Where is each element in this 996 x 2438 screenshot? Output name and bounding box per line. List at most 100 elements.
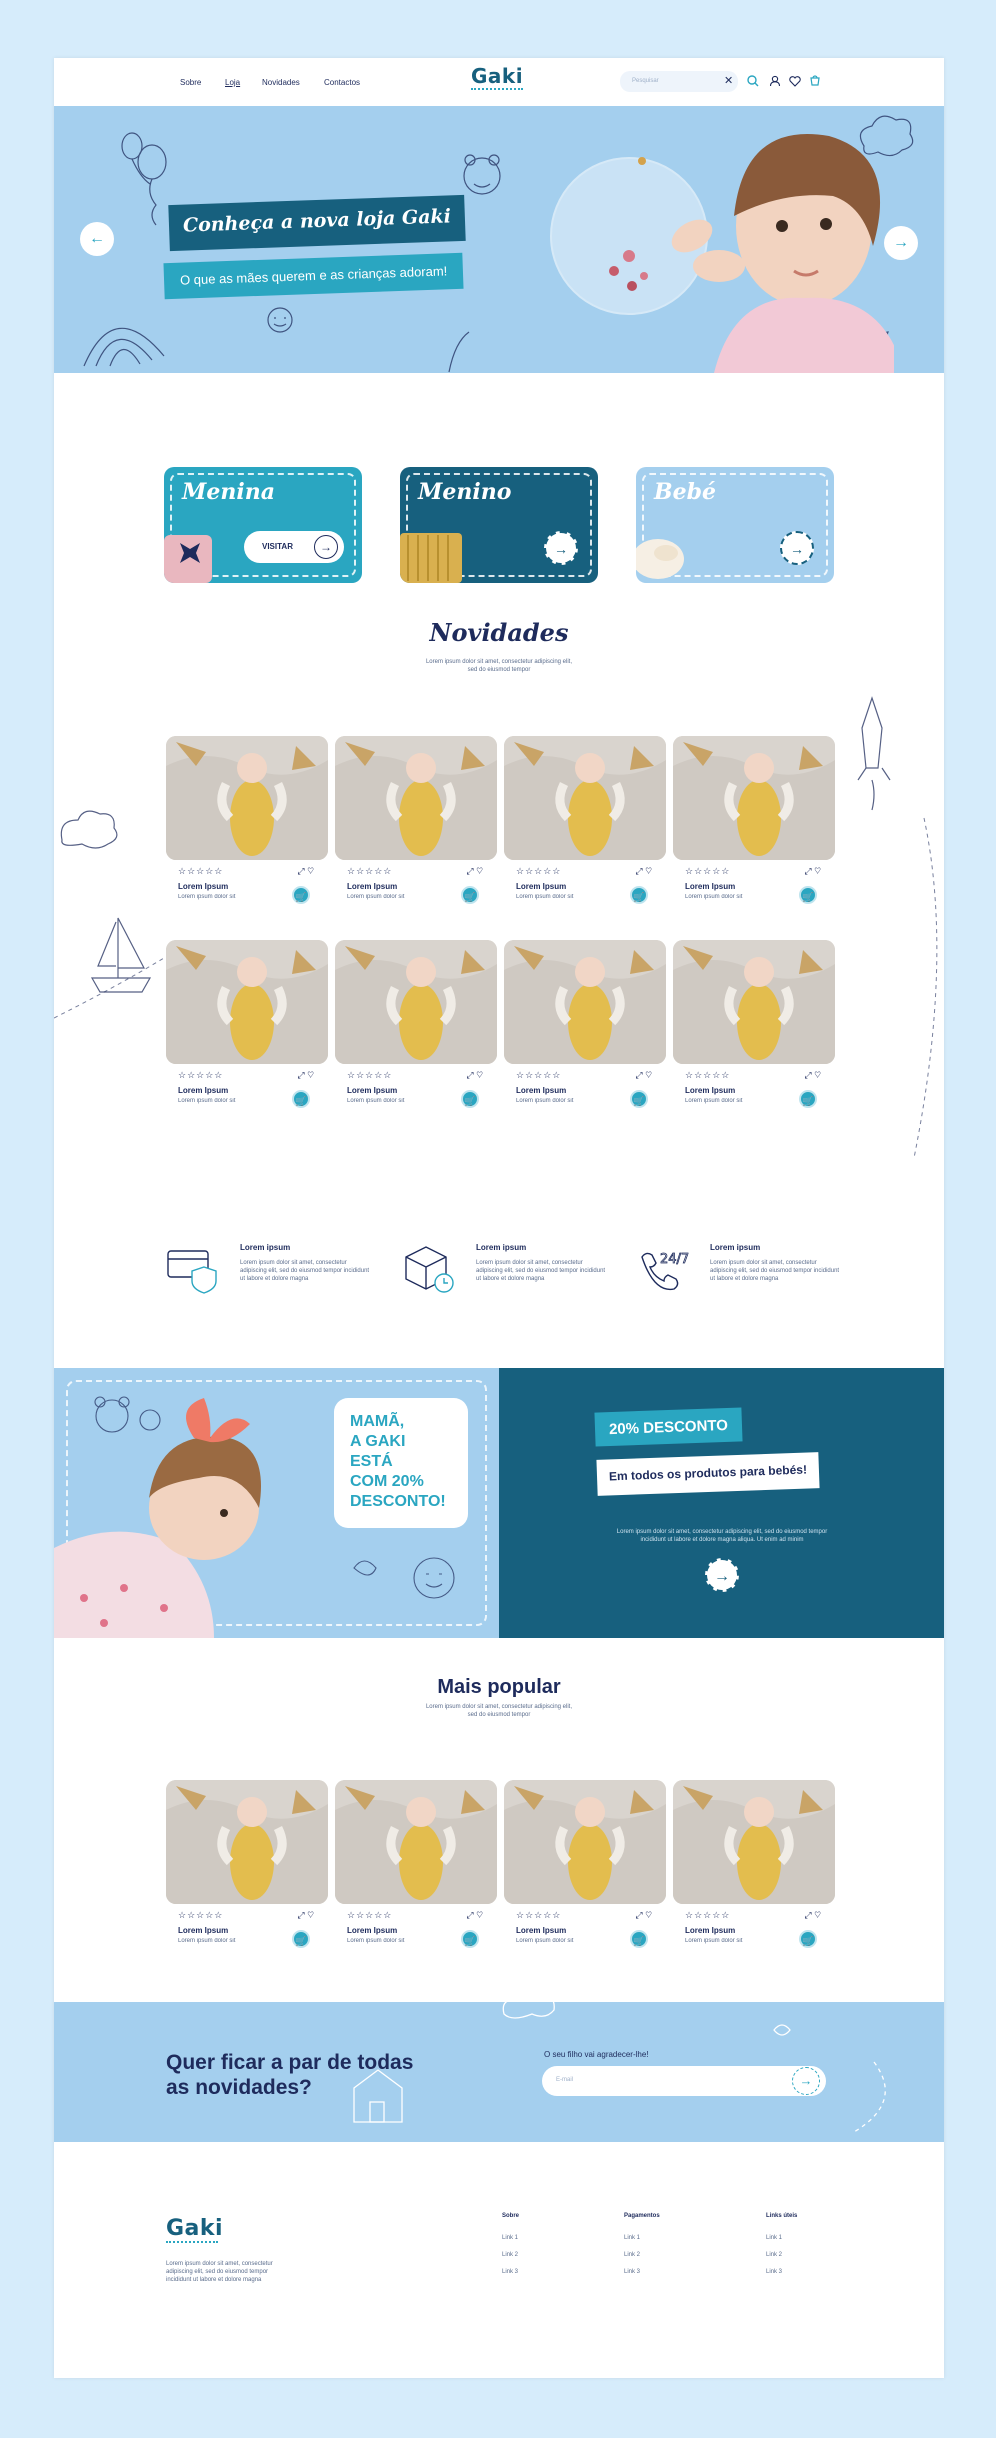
product-image[interactable] (504, 940, 666, 1064)
rating-stars[interactable]: ☆☆☆☆☆ (178, 1910, 223, 1921)
category-go-button[interactable]: → (780, 531, 814, 565)
product-name[interactable]: Lorem Ipsum (347, 1926, 397, 1935)
footer-link[interactable]: Link 3 (624, 2269, 640, 2275)
product-name[interactable]: Lorem Ipsum (516, 882, 566, 891)
heart-icon[interactable]: ♡ (645, 866, 652, 876)
footer-link[interactable]: Link 3 (766, 2269, 782, 2275)
product-image[interactable] (504, 736, 666, 860)
product-name[interactable]: Lorem Ipsum (347, 1086, 397, 1095)
category-card-menina[interactable]: Menina VISITAR → (164, 467, 362, 583)
rating-stars[interactable]: ☆☆☆☆☆ (516, 1910, 561, 1921)
footer-link[interactable]: Link 2 (766, 2252, 782, 2258)
add-to-cart-button[interactable]: 🛒 (799, 886, 817, 904)
rating-stars[interactable]: ☆☆☆☆☆ (516, 1070, 561, 1081)
newsletter-email-input[interactable]: E-mail (542, 2066, 826, 2096)
add-to-cart-button[interactable]: 🛒 (799, 1090, 817, 1108)
product-name[interactable]: Lorem Ipsum (516, 1086, 566, 1095)
promo-go-button[interactable]: → (705, 1558, 739, 1592)
heart-icon[interactable]: ♡ (307, 1070, 314, 1080)
user-icon[interactable] (768, 74, 782, 88)
nav-loja[interactable]: Loja (225, 78, 240, 87)
product-card[interactable]: ☆☆☆☆☆ ⤢ ♡ Lorem Ipsum Lorem ipsum dolor sit… (335, 736, 497, 908)
heart-icon[interactable]: ♡ (645, 1070, 652, 1080)
heart-icon[interactable]: ♡ (307, 1910, 314, 1920)
rating-stars[interactable]: ☆☆☆☆☆ (178, 1070, 223, 1081)
rating-stars[interactable]: ☆☆☆☆☆ (685, 1910, 730, 1921)
logo[interactable]: Gaki (471, 64, 524, 92)
heart-icon[interactable]: ♡ (476, 1070, 483, 1080)
cart-icon[interactable] (808, 74, 822, 88)
footer-link[interactable]: Link 2 (624, 2252, 640, 2258)
product-card[interactable]: ☆☆☆☆☆ ⤢ ♡ Lorem Ipsum Lorem ipsum dolor sit… (166, 736, 328, 908)
product-image[interactable] (335, 736, 497, 860)
rating-stars[interactable]: ☆☆☆☆☆ (178, 866, 223, 877)
product-name[interactable]: Lorem Ipsum (178, 1086, 228, 1095)
heart-icon[interactable]: ♡ (814, 866, 821, 876)
product-card[interactable]: ☆☆☆☆☆ ⤢ ♡ Lorem Ipsum Lorem ipsum dolor sit… (504, 736, 666, 908)
add-to-cart-button[interactable]: 🛒 (461, 1090, 479, 1108)
expand-icon[interactable]: ⤢ (466, 866, 473, 876)
product-image[interactable] (673, 1780, 835, 1904)
add-to-cart-button[interactable]: 🛒 (292, 886, 310, 904)
heart-icon[interactable]: ♡ (476, 1910, 483, 1920)
heart-icon[interactable]: ♡ (307, 866, 314, 876)
footer-link[interactable]: Link 1 (624, 2235, 640, 2241)
newsletter-submit-button[interactable]: → (792, 2067, 820, 2095)
add-to-cart-button[interactable]: 🛒 (461, 1930, 479, 1948)
rating-stars[interactable]: ☆☆☆☆☆ (347, 1070, 392, 1081)
product-image[interactable] (166, 1780, 328, 1904)
heart-icon[interactable]: ♡ (814, 1910, 821, 1920)
visit-button[interactable]: VISITAR → (244, 531, 344, 563)
expand-icon[interactable]: ⤢ (635, 866, 642, 876)
product-name[interactable]: Lorem Ipsum (685, 882, 735, 891)
expand-icon[interactable]: ⤢ (635, 1070, 642, 1080)
expand-icon[interactable]: ⤢ (804, 1070, 811, 1080)
add-to-cart-button[interactable]: 🛒 (461, 886, 479, 904)
expand-icon[interactable]: ⤢ (804, 866, 811, 876)
product-card[interactable]: ☆☆☆☆☆ ⤢ ♡ Lorem Ipsum Lorem ipsum dolor sit… (335, 1780, 497, 1952)
category-go-button[interactable]: → (544, 531, 578, 565)
category-card-bebe[interactable]: Bebé → (636, 467, 834, 583)
rating-stars[interactable]: ☆☆☆☆☆ (347, 1910, 392, 1921)
nav-contactos[interactable]: Contactos (324, 78, 360, 87)
product-card[interactable]: ☆☆☆☆☆ ⤢ ♡ Lorem Ipsum Lorem ipsum dolor sit… (166, 1780, 328, 1952)
nav-sobre[interactable]: Sobre (180, 78, 201, 87)
product-name[interactable]: Lorem Ipsum (685, 1926, 735, 1935)
add-to-cart-button[interactable]: 🛒 (799, 1930, 817, 1948)
product-name[interactable]: Lorem Ipsum (516, 1926, 566, 1935)
expand-icon[interactable]: ⤢ (466, 1910, 473, 1920)
expand-icon[interactable]: ⤢ (466, 1070, 473, 1080)
expand-icon[interactable]: ⤢ (297, 1070, 304, 1080)
add-to-cart-button[interactable]: 🛒 (630, 886, 648, 904)
heart-icon[interactable]: ♡ (645, 1910, 652, 1920)
product-image[interactable] (673, 940, 835, 1064)
product-image[interactable] (673, 736, 835, 860)
product-image[interactable] (335, 940, 497, 1064)
footer-link[interactable]: Link 3 (502, 2269, 518, 2275)
rating-stars[interactable]: ☆☆☆☆☆ (516, 866, 561, 877)
footer-link[interactable]: Link 2 (502, 2252, 518, 2258)
product-card[interactable]: ☆☆☆☆☆ ⤢ ♡ Lorem Ipsum Lorem ipsum dolor sit… (166, 940, 328, 1112)
product-image[interactable] (166, 736, 328, 860)
footer-link[interactable]: Link 1 (502, 2235, 518, 2241)
expand-icon[interactable]: ⤢ (297, 1910, 304, 1920)
search-icon[interactable] (746, 74, 760, 88)
hero-next-button[interactable]: → (884, 226, 918, 260)
product-card[interactable]: ☆☆☆☆☆ ⤢ ♡ Lorem Ipsum Lorem ipsum dolor sit… (673, 736, 835, 908)
product-image[interactable] (166, 940, 328, 1064)
product-name[interactable]: Lorem Ipsum (178, 882, 228, 891)
rating-stars[interactable]: ☆☆☆☆☆ (347, 866, 392, 877)
heart-icon[interactable]: ♡ (476, 866, 483, 876)
product-card[interactable]: ☆☆☆☆☆ ⤢ ♡ Lorem Ipsum Lorem ipsum dolor sit… (673, 940, 835, 1112)
expand-icon[interactable]: ⤢ (804, 1910, 811, 1920)
footer-link[interactable]: Link 1 (766, 2235, 782, 2241)
search-clear-icon[interactable]: ✕ (724, 74, 733, 87)
heart-icon[interactable]: ♡ (814, 1070, 821, 1080)
heart-icon[interactable] (788, 74, 802, 88)
product-name[interactable]: Lorem Ipsum (178, 1926, 228, 1935)
add-to-cart-button[interactable]: 🛒 (292, 1930, 310, 1948)
category-card-menino[interactable]: Menino → (400, 467, 598, 583)
product-image[interactable] (335, 1780, 497, 1904)
nav-novidades[interactable]: Novidades (262, 78, 300, 87)
add-to-cart-button[interactable]: 🛒 (630, 1930, 648, 1948)
